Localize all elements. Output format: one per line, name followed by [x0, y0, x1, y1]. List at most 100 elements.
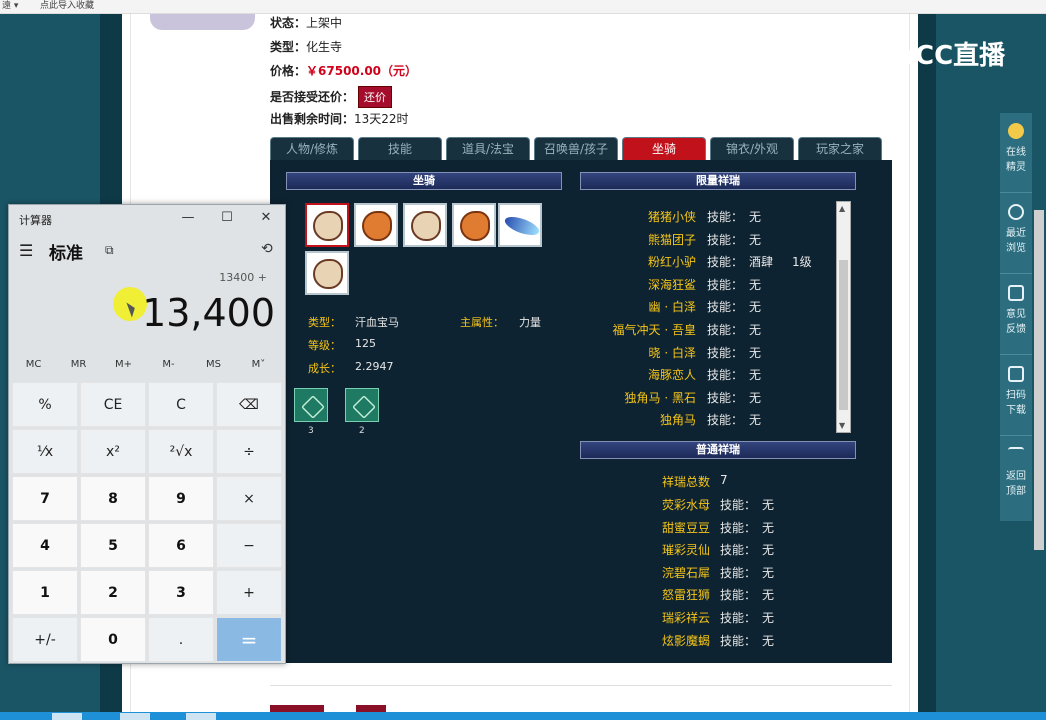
- taskbar-app[interactable]: [52, 713, 82, 720]
- mount-slot[interactable]: [452, 203, 496, 247]
- scroll-down-icon[interactable]: ▼: [839, 421, 845, 430]
- tab-player-home[interactable]: 玩家之家: [798, 137, 882, 160]
- ms-button[interactable]: MS: [191, 359, 236, 370]
- limited-skill-label: 技能：: [707, 210, 744, 224]
- mount-skill-icon[interactable]: [294, 388, 328, 422]
- memory-row: MC MR M+ M- MS M˅: [11, 359, 283, 377]
- digit-6-button[interactable]: 6: [148, 523, 214, 568]
- digit-0-button[interactable]: 0: [80, 617, 146, 662]
- sidebar-scan[interactable]: 扫码 下载: [1000, 356, 1032, 436]
- maximize-button[interactable]: ☐: [212, 207, 242, 229]
- digit-2-button[interactable]: 2: [80, 570, 146, 615]
- limited-item-name: 幽 · 白泽: [648, 300, 696, 315]
- limited-skill-label: 技能：: [707, 345, 744, 360]
- negate-button[interactable]: +/-: [12, 617, 78, 662]
- limited-skill-label: 技能：: [707, 413, 744, 428]
- mr-button[interactable]: MR: [56, 359, 101, 370]
- type-value: 化生寺: [306, 40, 343, 54]
- scroll-up-icon[interactable]: ▲: [839, 204, 845, 213]
- bookmark-dropdown[interactable]: 遠 ▾: [2, 0, 18, 12]
- limited-item-name-wrap: 海豚恋人: [590, 366, 696, 386]
- subtract-button[interactable]: −: [216, 523, 282, 568]
- mount-slot[interactable]: [354, 203, 398, 247]
- m-plus-button[interactable]: M+: [101, 359, 146, 370]
- taskbar-app[interactable]: [186, 713, 216, 720]
- digit-7-button[interactable]: 7: [12, 476, 78, 521]
- history-icon[interactable]: ⟲: [261, 241, 273, 257]
- normal-item-name: 璀彩灵仙: [661, 543, 710, 558]
- limited-item-name-wrap: 熊猫团子: [590, 231, 696, 251]
- limited-skill-value: 无: [749, 390, 762, 405]
- backspace-button[interactable]: ⌫: [216, 382, 282, 427]
- mount-slot[interactable]: [403, 203, 447, 247]
- logo-text: CC直播: [915, 41, 1006, 71]
- hamburger-menu-icon[interactable]: ☰: [19, 241, 33, 260]
- taskbar-app[interactable]: [120, 713, 150, 720]
- divide-button[interactable]: ÷: [216, 429, 282, 474]
- page-scrollbar[interactable]: [1034, 210, 1044, 550]
- fairy-icon: [1008, 123, 1024, 139]
- right-floating-sidebar: 在线 精灵 最近 浏览 意见 反馈 扫码 下载 返回 顶部: [1000, 113, 1032, 521]
- import-bookmarks-link[interactable]: 点此导入收藏: [40, 0, 94, 12]
- scroll-thumb[interactable]: [839, 260, 848, 410]
- tab-skills[interactable]: 技能: [358, 137, 442, 160]
- tab-character[interactable]: 人物/修炼: [270, 137, 354, 160]
- sqrt-button[interactable]: ²√x: [148, 429, 214, 474]
- normal-skill-value: 无: [762, 498, 775, 512]
- mc-button[interactable]: MC: [11, 359, 56, 370]
- limited-skill-value: 无: [749, 323, 762, 337]
- sidebar-feedback[interactable]: 意见 反馈: [1000, 275, 1032, 355]
- normal-skill-value: 无: [762, 633, 775, 648]
- limited-item-name-wrap: 独角马: [590, 411, 696, 431]
- type-row: 类型：化生寺: [270, 38, 342, 55]
- multiply-button[interactable]: ×: [216, 476, 282, 521]
- m-minus-button[interactable]: M-: [146, 359, 191, 370]
- digit-3-button[interactable]: 3: [148, 570, 214, 615]
- close-button[interactable]: ✕: [251, 207, 281, 229]
- sidebar-recent[interactable]: 最近 浏览: [1000, 194, 1032, 274]
- memory-list-button[interactable]: M˅: [236, 359, 281, 370]
- decimal-button[interactable]: .: [148, 617, 214, 662]
- limited-skill-label: 技能：: [707, 390, 744, 405]
- digit-5-button[interactable]: 5: [80, 523, 146, 568]
- normal-item-skill-wrap: 技能： 无: [720, 586, 800, 606]
- cc-live-logo: CC直播: [875, 35, 1015, 75]
- keep-on-top-icon[interactable]: ⧉: [105, 243, 114, 258]
- sidebar-back-top[interactable]: 返回 顶部: [1000, 437, 1032, 517]
- digit-9-button[interactable]: 9: [148, 476, 214, 521]
- minimize-button[interactable]: —: [173, 207, 203, 229]
- normal-item-skill-wrap: 技能： 无: [720, 519, 800, 539]
- digit-1-button[interactable]: 1: [12, 570, 78, 615]
- normal-item-name-wrap: 甜蜜豆豆: [600, 519, 710, 539]
- tab-outfits[interactable]: 锦衣/外观: [710, 137, 794, 160]
- reciprocal-button[interactable]: ⅟x: [12, 429, 78, 474]
- limited-item-skill-wrap: 技能： 无: [707, 321, 827, 341]
- bargain-button[interactable]: 还价: [358, 86, 393, 108]
- mount-skill-icon[interactable]: [345, 388, 379, 422]
- percent-button[interactable]: %: [12, 382, 78, 427]
- equals-button[interactable]: =: [216, 617, 282, 662]
- limited-skill-value: 无: [749, 368, 762, 383]
- tab-mounts[interactable]: 坐骑: [622, 137, 706, 160]
- mount-slot[interactable]: [305, 251, 349, 295]
- limited-item-name-wrap: 幽 · 白泽: [590, 298, 696, 318]
- square-button[interactable]: x²: [80, 429, 146, 474]
- limited-scrollbar[interactable]: ▲ ▼: [836, 201, 851, 433]
- ce-button[interactable]: CE: [80, 382, 146, 427]
- limited-item-name: 粉红小驴: [647, 255, 696, 270]
- status-value: 上架中: [306, 16, 343, 30]
- tab-summons[interactable]: 召唤兽/孩子: [534, 137, 618, 160]
- mount-slot[interactable]: [498, 203, 542, 247]
- arrow-up-icon: [1008, 447, 1024, 463]
- clear-button[interactable]: C: [148, 382, 214, 427]
- add-button[interactable]: +: [216, 570, 282, 615]
- limited-skill-label: 技能：: [707, 232, 744, 247]
- character-avatar: [150, 14, 255, 30]
- sidebar-online-fairy[interactable]: 在线 精灵: [1000, 113, 1032, 193]
- digit-8-button[interactable]: 8: [80, 476, 146, 521]
- tab-items[interactable]: 道具/法宝: [446, 137, 530, 160]
- mount-skill-count: 3: [308, 426, 314, 436]
- digit-4-button[interactable]: 4: [12, 523, 78, 568]
- mount-slot[interactable]: [305, 203, 349, 247]
- mount-attr-label: 主属性：: [460, 316, 504, 329]
